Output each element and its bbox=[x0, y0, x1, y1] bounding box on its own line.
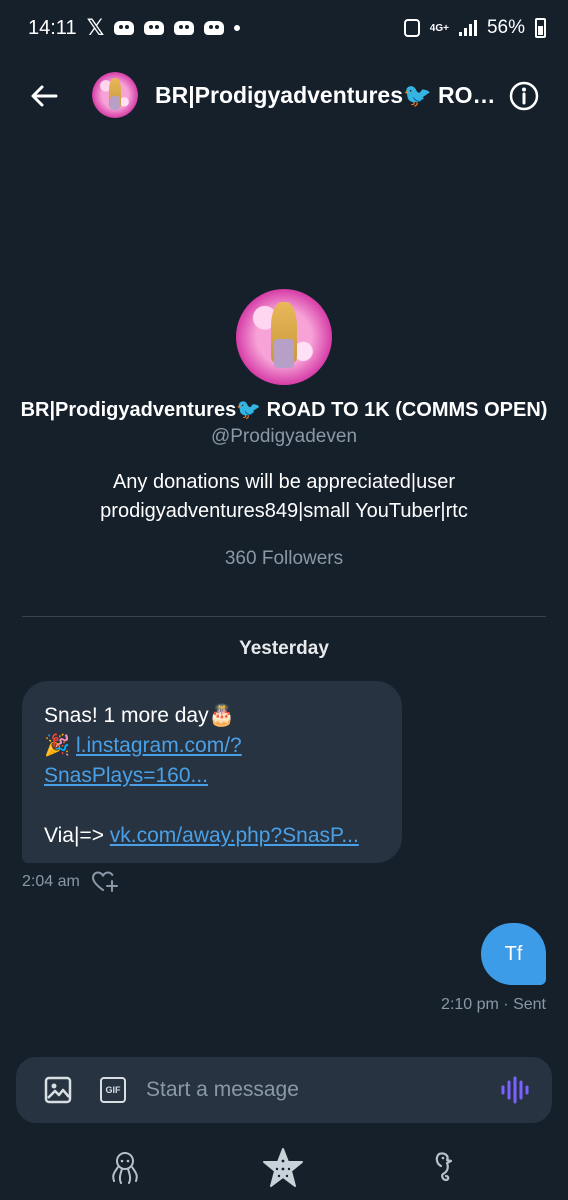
date-separator: Yesterday bbox=[239, 638, 329, 659]
nav-starfish[interactable] bbox=[261, 1146, 305, 1190]
message-time: 2:04 am bbox=[22, 873, 80, 890]
image-icon[interactable] bbox=[44, 1076, 72, 1104]
message-text: Via|=> bbox=[44, 824, 110, 847]
status-time: 14:11 bbox=[28, 16, 77, 39]
profile-bio: Any donations will be appreciated|user p… bbox=[100, 471, 468, 522]
network-type: 4G+ bbox=[429, 22, 449, 34]
message-link-line: 🎉 l.instagram.com/? bbox=[44, 731, 380, 761]
header-avatar[interactable] bbox=[92, 72, 138, 118]
instagram-link-continued[interactable]: SnasPlays=160... bbox=[44, 764, 208, 787]
discord-icon bbox=[204, 21, 225, 35]
battery-icon bbox=[535, 18, 546, 38]
message-link-line: Via|=> vk.com/away.php?SnasP... bbox=[44, 821, 380, 851]
bottom-navigation bbox=[0, 1136, 568, 1200]
profile-name[interactable]: BR|Prodigyadventures🐦 ROAD TO 1K (COMMS … bbox=[0, 397, 568, 422]
alarm-icon bbox=[403, 19, 420, 37]
add-reaction-heart-icon[interactable] bbox=[91, 871, 118, 893]
message-text: Tf bbox=[504, 942, 523, 965]
gif-button[interactable]: GIF bbox=[100, 1077, 126, 1103]
conversation-header: BR|Prodigyadventures🐦 ROAD TO 1K (COMMS … bbox=[0, 66, 568, 126]
profile-handle: @Prodigyadeven bbox=[210, 426, 358, 447]
voice-message-icon[interactable] bbox=[500, 1076, 530, 1104]
back-button[interactable] bbox=[26, 78, 62, 114]
starfish-icon bbox=[263, 1148, 303, 1187]
vk-link[interactable]: vk.com/away.php?SnasP... bbox=[110, 824, 359, 847]
status-right: 4G+ 56% bbox=[403, 17, 546, 39]
outgoing-message-meta: 2:10 pm · Sent bbox=[441, 996, 546, 1013]
discord-icon bbox=[144, 21, 165, 35]
message-input[interactable] bbox=[146, 1073, 486, 1107]
party-emoji: 🎉 bbox=[44, 734, 71, 757]
avatar-image bbox=[236, 289, 332, 385]
message-text: Snas! 1 more day🎂 bbox=[44, 704, 235, 727]
status-bar: 14:11 𝕏 4G+ 56% bbox=[0, 0, 568, 56]
nav-octopus[interactable] bbox=[103, 1146, 147, 1190]
info-icon bbox=[509, 81, 539, 111]
incoming-message-bubble[interactable]: Snas! 1 more day🎂 🎉 l.instagram.com/? Sn… bbox=[22, 681, 402, 863]
discord-icon bbox=[174, 21, 195, 35]
notification-dot-icon bbox=[234, 25, 241, 31]
discord-icon bbox=[114, 21, 135, 35]
octopus-icon bbox=[112, 1152, 138, 1184]
profile-avatar[interactable] bbox=[236, 289, 332, 385]
arrow-left-icon bbox=[31, 85, 58, 107]
x-app-icon: 𝕏 bbox=[86, 15, 105, 40]
status-left: 14:11 𝕏 bbox=[28, 15, 241, 41]
instagram-link[interactable]: l.instagram.com/? bbox=[76, 734, 242, 757]
seahorse-icon bbox=[435, 1152, 453, 1182]
message-link-line: SnasPlays=160... bbox=[44, 761, 380, 791]
battery-percent: 56% bbox=[486, 17, 525, 38]
incoming-message-meta: 2:04 am bbox=[22, 871, 118, 893]
signal-icon bbox=[458, 20, 477, 36]
header-title[interactable]: BR|Prodigyadventures🐦 ROAD TO 1K (COMMS … bbox=[155, 82, 500, 109]
info-button[interactable] bbox=[508, 80, 540, 112]
divider bbox=[22, 616, 546, 617]
message-composer: GIF bbox=[16, 1057, 552, 1123]
nav-seahorse[interactable] bbox=[420, 1146, 464, 1190]
followers-count: 360 Followers bbox=[224, 548, 344, 569]
outgoing-message-bubble[interactable]: Tf bbox=[481, 923, 546, 985]
avatar-image bbox=[92, 72, 138, 118]
